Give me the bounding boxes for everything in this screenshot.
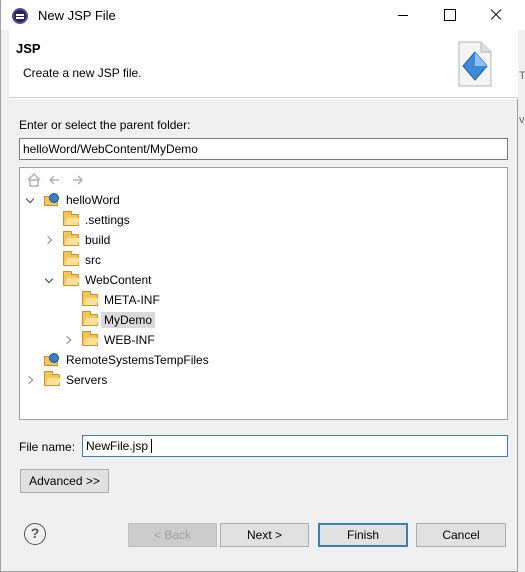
expand-toggle-none — [45, 210, 57, 230]
expand-toggle-none — [45, 250, 57, 270]
expand-toggle-expanded[interactable] — [26, 190, 38, 210]
eclipse-icon — [12, 8, 28, 24]
expand-toggle-none — [64, 310, 76, 330]
ide-background-text: T — [519, 70, 525, 82]
tree-node-settings[interactable]: .settings — [45, 210, 133, 230]
jsp-file-wizard-icon — [458, 41, 492, 87]
tree-node-build[interactable]: build — [45, 230, 113, 250]
home-icon[interactable] — [26, 172, 42, 188]
window-title: New JSP File — [38, 8, 116, 23]
tree-node-servers[interactable]: Servers — [26, 370, 110, 390]
next-button[interactable]: Next > — [220, 523, 309, 547]
parent-folder-label: Enter or select the parent folder: — [19, 118, 191, 132]
expand-toggle-collapsed[interactable] — [45, 230, 57, 250]
wizard-page-title: JSP — [16, 41, 41, 56]
tree-node-label: RemoteSystemsTempFiles — [66, 353, 209, 367]
folder-icon — [63, 231, 79, 247]
tree-node-label: META-INF — [104, 293, 160, 307]
parent-folder-input[interactable] — [19, 138, 508, 160]
tree-node-label: helloWord — [66, 193, 120, 207]
tree-node-remotesystemstempfiles[interactable]: RemoteSystemsTempFiles — [26, 350, 212, 370]
close-button[interactable] — [472, 0, 518, 30]
folder-icon — [63, 251, 79, 267]
tree-node-helloword[interactable]: helloWord — [26, 190, 123, 210]
folder-icon — [82, 331, 98, 347]
tree-node-web-inf[interactable]: WEB-INF — [64, 330, 158, 350]
folder-icon — [63, 271, 79, 287]
ide-background-right: T va — [517, 30, 525, 572]
folder-icon — [63, 211, 79, 227]
tree-node-meta-inf[interactable]: META-INF — [64, 290, 163, 310]
project-icon — [44, 193, 60, 207]
banner-separator — [9, 98, 518, 99]
tree-node-label: WebContent — [85, 273, 152, 287]
forward-arrow-icon[interactable] — [70, 172, 86, 188]
title-bar[interactable]: New JSP File — [1, 0, 518, 30]
expand-toggle-collapsed[interactable] — [26, 370, 38, 390]
maximize-button[interactable] — [426, 0, 472, 30]
finish-button[interactable]: Finish — [318, 523, 408, 547]
help-icon[interactable]: ? — [24, 523, 46, 545]
expand-toggle-none — [26, 350, 38, 370]
ide-background-text: va — [519, 114, 525, 126]
folder-icon — [82, 291, 98, 307]
advanced-button[interactable]: Advanced >> — [20, 469, 109, 493]
tree-node-label: build — [85, 233, 111, 247]
file-name-label: File name: — [19, 440, 76, 454]
expand-toggle-none — [64, 290, 76, 310]
tree-node-webcontent[interactable]: WebContent — [45, 270, 155, 290]
tree-node-label: Servers — [66, 373, 108, 387]
tree-node-mydemo[interactable]: MyDemo — [64, 310, 156, 330]
tree-node-label: .settings — [85, 213, 130, 227]
wizard-page-description: Create a new JSP file. — [23, 66, 142, 80]
text-cursor — [151, 439, 152, 453]
tree-node-label: WEB-INF — [104, 333, 155, 347]
expand-toggle-expanded[interactable] — [45, 270, 57, 290]
tree-node-label: src — [85, 253, 101, 267]
project-icon — [44, 353, 60, 367]
folder-icon — [44, 371, 60, 387]
back-button[interactable]: < Back — [128, 523, 217, 547]
expand-toggle-collapsed[interactable] — [64, 330, 76, 350]
wizard-banner: JSP Create a new JSP file. — [9, 30, 518, 98]
new-jsp-file-dialog: New JSP File JSP Create a new JSP file. … — [0, 0, 518, 572]
file-name-input[interactable] — [82, 435, 508, 457]
minimize-button[interactable] — [380, 0, 426, 30]
back-arrow-icon[interactable] — [46, 172, 62, 188]
folder-icon — [82, 311, 98, 327]
tree-node-label: MyDemo — [101, 312, 156, 328]
cancel-button[interactable]: Cancel — [416, 523, 506, 547]
tree-node-src[interactable]: src — [45, 250, 104, 270]
folder-tree[interactable]: helloWord .settings build src WebContent META… — [19, 167, 508, 420]
